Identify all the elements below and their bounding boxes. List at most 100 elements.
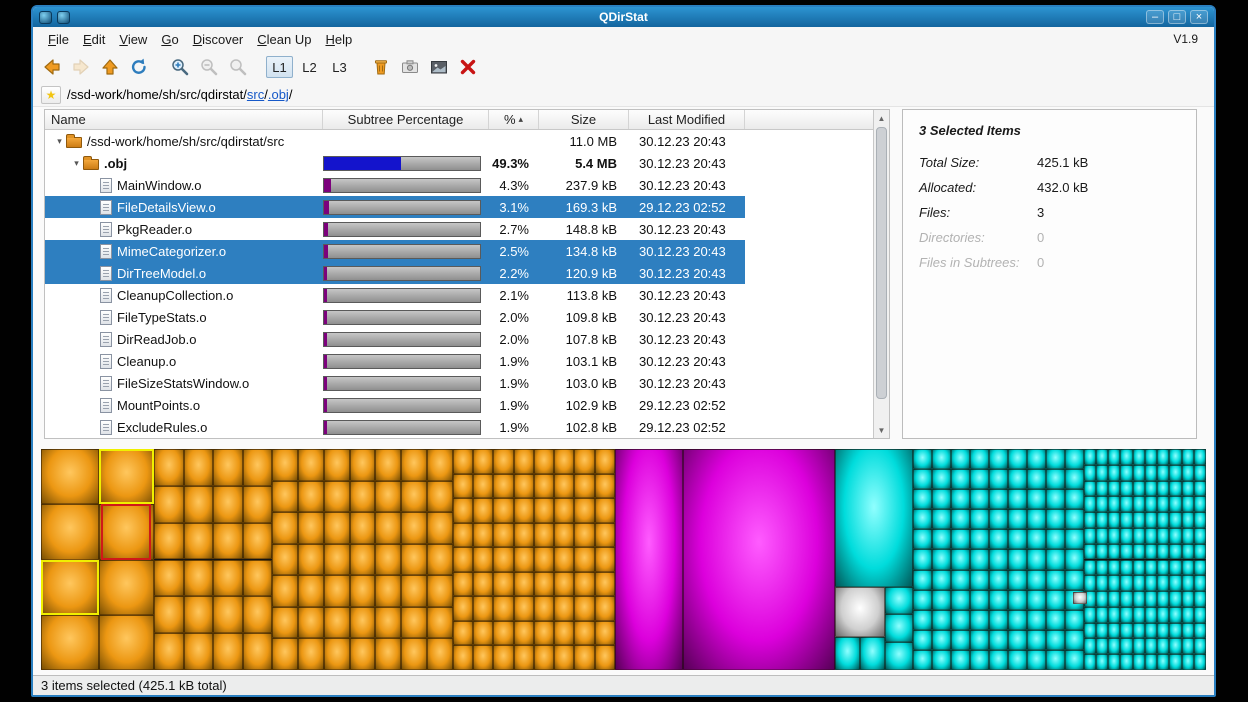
treemap-tile[interactable]: [213, 449, 243, 486]
treemap-tile[interactable]: [324, 607, 350, 639]
treemap-tile[interactable]: [1194, 544, 1206, 560]
treemap-tile[interactable]: [1027, 590, 1046, 610]
treemap-tile[interactable]: [453, 498, 473, 523]
treemap-tile[interactable]: [272, 512, 298, 544]
treemap-tile[interactable]: [913, 630, 932, 650]
treemap-tile[interactable]: [554, 547, 574, 572]
back-button[interactable]: [39, 54, 65, 80]
treemap-tile[interactable]: [1065, 630, 1084, 650]
treemap-tile[interactable]: [989, 630, 1008, 650]
treemap-tile[interactable]: [401, 575, 427, 607]
treemap-tile[interactable]: [1008, 630, 1027, 650]
treemap-tile[interactable]: [213, 560, 243, 597]
treemap-tile[interactable]: [1008, 449, 1027, 469]
treemap-tile[interactable]: [970, 469, 989, 489]
treemap-tile[interactable]: [1046, 529, 1065, 549]
treemap-tile[interactable]: [1133, 575, 1145, 591]
treemap-tile[interactable]: [913, 529, 932, 549]
treemap-tile[interactable]: [1008, 610, 1027, 630]
table-row[interactable]: Cleanup.o 1.9% 103.1 kB 30.12.23 20:43: [45, 350, 745, 372]
treemap-tile[interactable]: [1169, 607, 1181, 623]
treemap-tile[interactable]: [951, 469, 970, 489]
treemap-tile[interactable]: [574, 547, 594, 572]
treemap-tile[interactable]: [1157, 560, 1169, 576]
treemap-tile[interactable]: [1194, 496, 1206, 512]
treemap-tile[interactable]: [493, 547, 513, 572]
treemap-tile[interactable]: [99, 560, 154, 615]
treemap-tile[interactable]: [514, 449, 534, 474]
treemap-tile[interactable]: [989, 489, 1008, 509]
treemap-tile[interactable]: [913, 469, 932, 489]
treemap-tile[interactable]: [453, 596, 473, 621]
treemap-tile[interactable]: [1027, 469, 1046, 489]
treemap-tile[interactable]: [1084, 512, 1096, 528]
treemap-tile[interactable]: [1157, 528, 1169, 544]
treemap-tile[interactable]: [1133, 528, 1145, 544]
treemap-tile[interactable]: [574, 449, 594, 474]
table-row[interactable]: ExcludeRules.o 1.9% 102.8 kB 29.12.23 02…: [45, 416, 745, 438]
treemap-tile[interactable]: [554, 474, 574, 499]
treemap-tile[interactable]: [298, 449, 324, 481]
treemap-tile[interactable]: [514, 621, 534, 646]
treemap-tile[interactable]: [213, 596, 243, 633]
treemap-tile[interactable]: [1065, 529, 1084, 549]
treemap-tile[interactable]: [1008, 469, 1027, 489]
treemap-tile[interactable]: [1145, 449, 1157, 465]
treemap-tile[interactable]: [1182, 528, 1194, 544]
treemap-tile[interactable]: [1065, 610, 1084, 630]
treemap-tile[interactable]: [401, 481, 427, 513]
treemap-tile[interactable]: [951, 489, 970, 509]
treemap-tile[interactable]: [514, 523, 534, 548]
close-button[interactable]: ×: [1190, 10, 1208, 24]
treemap-tile[interactable]: [989, 650, 1008, 670]
treemap-tile[interactable]: [401, 449, 427, 481]
treemap-tile[interactable]: [913, 549, 932, 569]
treemap-tile[interactable]: [534, 498, 554, 523]
treemap-tile[interactable]: [1027, 529, 1046, 549]
treemap-tile[interactable]: [1096, 481, 1108, 497]
treemap-tile[interactable]: [1084, 560, 1096, 576]
treemap-tile[interactable]: [574, 621, 594, 646]
treemap-tile[interactable]: [1169, 449, 1181, 465]
treemap-tile[interactable]: [1027, 610, 1046, 630]
treemap-tile[interactable]: [1027, 630, 1046, 650]
treemap-tile[interactable]: [243, 560, 273, 597]
treemap-tile[interactable]: [1084, 528, 1096, 544]
treemap-tile[interactable]: [595, 523, 615, 548]
treemap-tile[interactable]: [932, 469, 951, 489]
treemap-tile[interactable]: [554, 645, 574, 670]
treemap-tile[interactable]: [1096, 575, 1108, 591]
treemap-tile[interactable]: [1182, 560, 1194, 576]
treemap-tile[interactable]: [473, 523, 493, 548]
treemap-tile[interactable]: [473, 547, 493, 572]
treemap-tile[interactable]: [1108, 449, 1120, 465]
treemap-tile[interactable]: [41, 615, 99, 670]
treemap-tile[interactable]: [554, 596, 574, 621]
treemap-tile[interactable]: [514, 596, 534, 621]
treemap-tile[interactable]: [473, 621, 493, 646]
treemap-tile[interactable]: [1182, 607, 1194, 623]
treemap-tile[interactable]: [913, 650, 932, 670]
treemap-tile[interactable]: [493, 596, 513, 621]
menu-view[interactable]: View: [112, 29, 154, 50]
table-row[interactable]: FileTypeStats.o 2.0% 109.8 kB 30.12.23 2…: [45, 306, 745, 328]
treemap-tile[interactable]: [1182, 623, 1194, 639]
treemap-tile[interactable]: [1084, 465, 1096, 481]
treemap-tile[interactable]: [932, 549, 951, 569]
treemap-tile[interactable]: [554, 572, 574, 597]
table-row[interactable]: FileDetailsView.o 3.1% 169.3 kB 29.12.23…: [45, 196, 745, 218]
treemap-tile[interactable]: [574, 572, 594, 597]
treemap-tile[interactable]: [970, 570, 989, 590]
treemap-tile[interactable]: [1133, 623, 1145, 639]
treemap-tile[interactable]: [1120, 449, 1132, 465]
treemap-tile[interactable]: [453, 523, 473, 548]
treemap-tile[interactable]: [534, 621, 554, 646]
treemap-tile[interactable]: [1157, 638, 1169, 654]
treemap-tile[interactable]: [1096, 560, 1108, 576]
table-row[interactable]: CleanupCollection.o 2.1% 113.8 kB 30.12.…: [45, 284, 745, 306]
table-row[interactable]: PkgReader.o 2.7% 148.8 kB 30.12.23 20:43: [45, 218, 745, 240]
treemap-tile[interactable]: [951, 449, 970, 469]
treemap-tile[interactable]: [1194, 638, 1206, 654]
treemap-tile[interactable]: [989, 509, 1008, 529]
treemap-tile[interactable]: [932, 509, 951, 529]
